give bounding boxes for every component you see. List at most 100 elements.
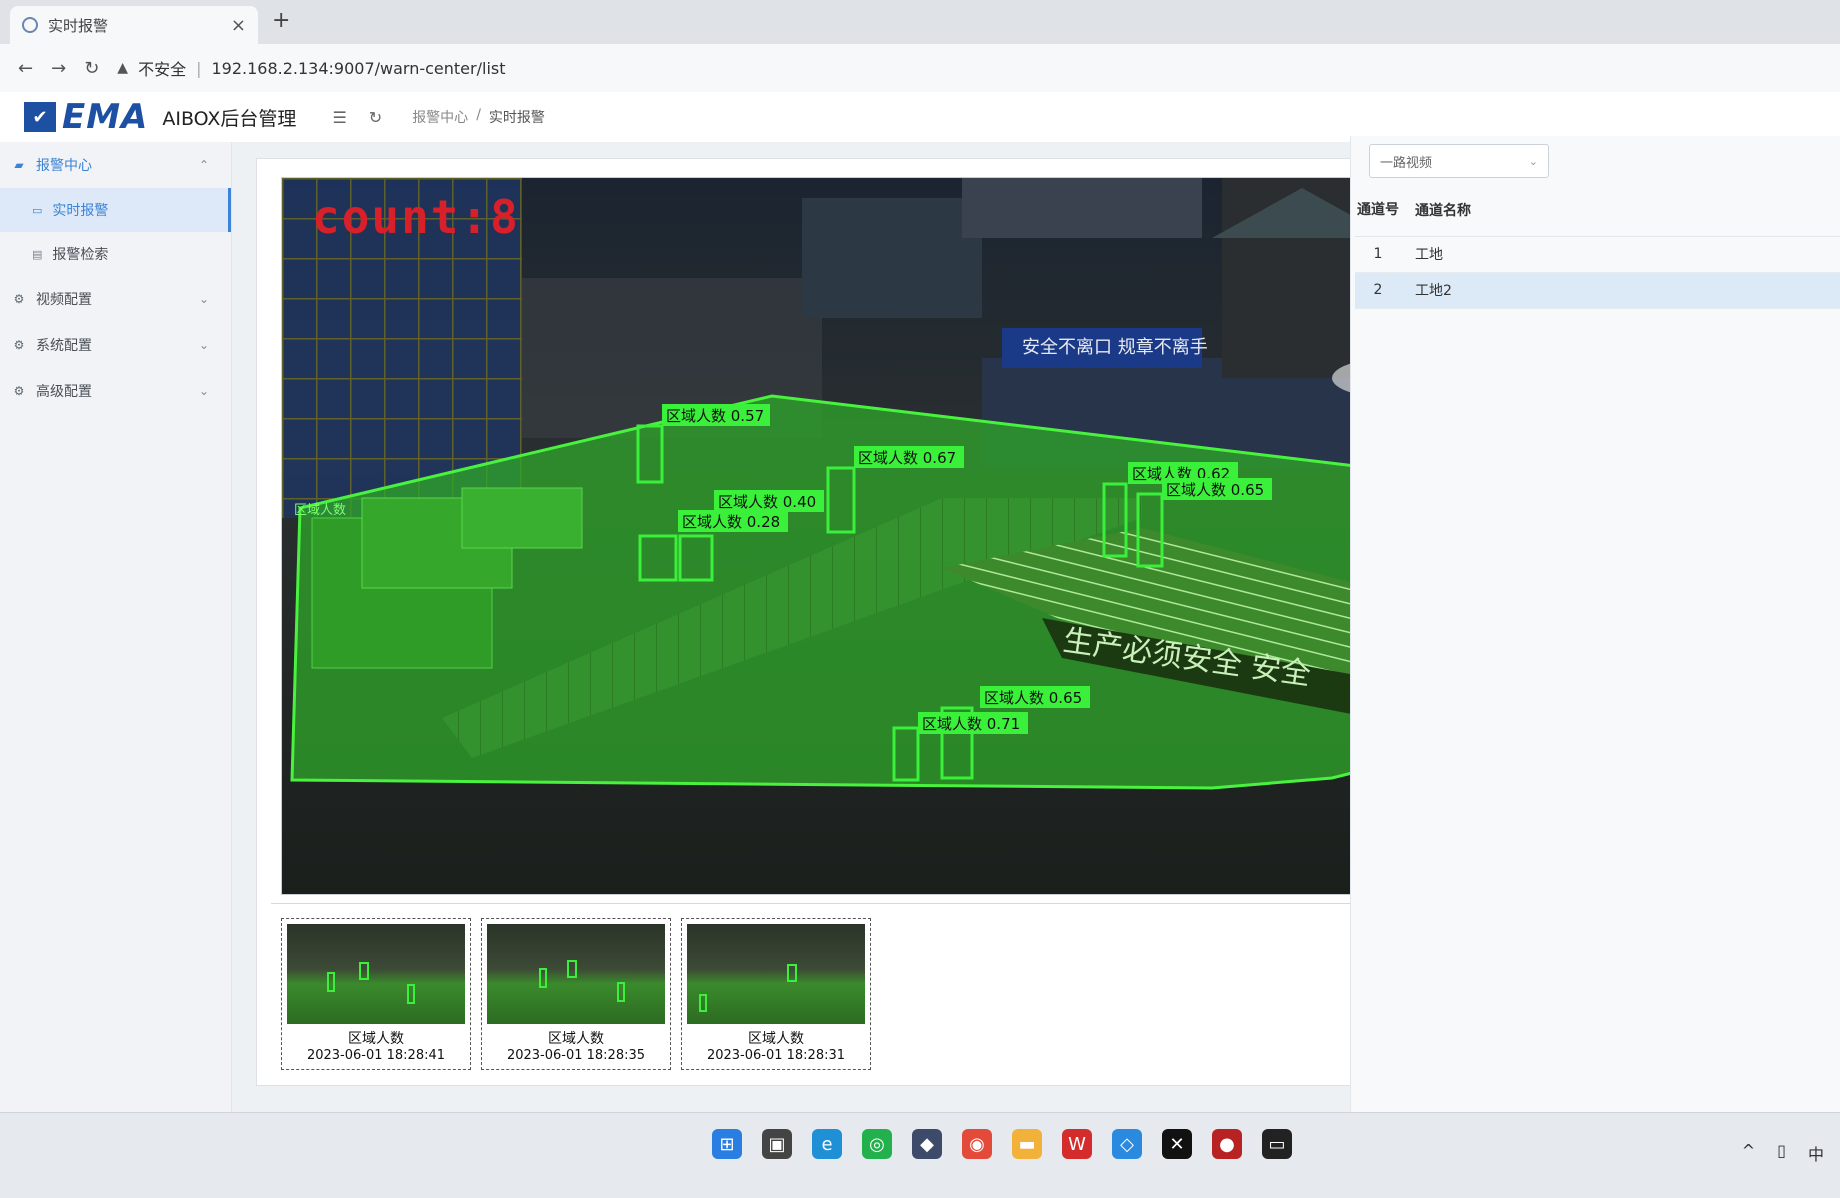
taskbar-apps: ⊞ ▣ e ◎ ◆ ◉ ▬ W ◇ ✕ ● ▭ [712, 1129, 1292, 1159]
sidebar-group-label: 视频配置 [36, 292, 92, 308]
terminal-icon[interactable]: ▭ [1262, 1129, 1292, 1159]
alarm-snapshot[interactable]: 区域人数 2023-06-01 18:28:35 [481, 918, 671, 1070]
media-icon[interactable]: ● [1212, 1129, 1242, 1159]
tab-title: 实时报警 [48, 16, 109, 35]
windows-start-icon[interactable]: ⊞ [712, 1129, 742, 1159]
snapshot-time: 2023-06-01 18:28:41 [306, 1048, 446, 1063]
breadcrumb-item[interactable]: 报警中心 [412, 107, 468, 127]
reload-icon[interactable]: ↻ [84, 58, 99, 79]
alarm-snapshot[interactable]: 区域人数 2023-06-01 18:28:31 [681, 918, 871, 1070]
channel-num: 1 [1355, 236, 1401, 273]
back-icon[interactable]: ← [18, 58, 33, 79]
ime-indicator[interactable]: 中 [1808, 1141, 1824, 1165]
logo: ✔ EMA [24, 97, 148, 137]
table-row[interactable]: 1 工地 [1355, 236, 1840, 273]
url-separator: | [196, 58, 202, 78]
detection-label: 区域人数 0.67 [858, 449, 956, 467]
snapshot-image [487, 924, 665, 1024]
edge-icon[interactable]: e [812, 1129, 842, 1159]
warning-icon: ▲ [117, 60, 129, 76]
sidebar-group-label: 报警中心 [36, 158, 92, 174]
security-label: 不安全 [138, 60, 187, 79]
zone-label: 区域人数 [294, 503, 346, 518]
chevron-up-icon: ⌃ [198, 158, 209, 172]
detection-label: 区域人数 0.65 [1166, 481, 1264, 499]
snapshot-time: 2023-06-01 18:28:35 [506, 1048, 646, 1063]
column-header-name: 通道名称 [1401, 184, 1840, 237]
sidebar-group-video-config[interactable]: ⚙ 视频配置 ⌄ [0, 276, 231, 322]
snapshot-label: 区域人数 [348, 1031, 404, 1047]
column-header-num: 通道号 [1355, 184, 1401, 237]
chrome-icon[interactable]: ◉ [962, 1129, 992, 1159]
app-title: AIBOX后台管理 [162, 107, 297, 130]
alarm-icon: ▰ [14, 158, 24, 172]
snapshot-image [687, 924, 865, 1024]
sidebar-item-realtime-alarm[interactable]: ▭ 实时报警 [0, 188, 231, 232]
tray-expand-icon[interactable]: ^ [1742, 1141, 1755, 1165]
breadcrumb-current: 实时报警 [488, 110, 545, 126]
chevron-down-icon: ⌄ [198, 338, 209, 352]
capcut-icon[interactable]: ✕ [1162, 1129, 1192, 1159]
address-bar: ← → ↻ ▲ 不安全 | 192.168.2.134:9007/warn-ce… [0, 44, 1840, 92]
browser-tab-bar: 实时报警 × + [0, 0, 1840, 44]
video-mode-select[interactable]: 一路视频 ⌄ [1369, 144, 1549, 178]
sidebar-group-alarm-center[interactable]: ▰ 报警中心 ⌃ [0, 142, 231, 188]
channel-name: 工地 [1401, 236, 1840, 273]
snapshot-label: 区域人数 [548, 1031, 604, 1047]
search-list-icon: ▤ [32, 247, 43, 261]
sidebar-group-system-config[interactable]: ⚙ 系统配置 ⌄ [0, 322, 231, 368]
sidebar-item-alarm-search[interactable]: ▤ 报警检索 [0, 232, 231, 276]
detection-label: 区域人数 0.28 [682, 513, 780, 531]
file-explorer-icon[interactable]: ▬ [1012, 1129, 1042, 1159]
breadcrumb-separator: / [476, 107, 481, 123]
channel-table: 通道号 通道名称 1 工地 2 工地2 [1355, 184, 1840, 309]
browser-tab[interactable]: 实时报警 × [10, 6, 258, 44]
logo-text: EMA [62, 97, 149, 137]
sidebar-group-label: 系统配置 [36, 338, 92, 354]
chevron-down-icon: ⌄ [198, 292, 209, 306]
detection-label: 区域人数 0.65 [984, 689, 1082, 707]
logo-mark-icon: ✔ [24, 102, 56, 132]
wps-icon[interactable]: W [1062, 1129, 1092, 1159]
taskbar: ⊞ ▣ e ◎ ◆ ◉ ▬ W ◇ ✕ ● ▭ ^ ▯ 中 [0, 1112, 1840, 1198]
snapshot-time: 2023-06-01 18:28:31 [706, 1048, 846, 1063]
advanced-gear-icon: ⚙ [13, 384, 25, 398]
table-header-row: 通道号 通道名称 [1355, 184, 1840, 237]
sidebar-item-label: 实时报警 [52, 203, 109, 219]
sidebar: ▰ 报警中心 ⌃ ▭ 实时报警 ▤ 报警检索 ⚙ 视频配置 ⌄ ⚙ 系统配置 ⌄… [0, 142, 232, 1112]
snapshot-image [287, 924, 465, 1024]
wechat-icon[interactable]: ◎ [862, 1129, 892, 1159]
video-config-icon: ⚙ [13, 292, 25, 306]
refresh-icon[interactable]: ↻ [369, 108, 382, 127]
menu-toggle-icon[interactable]: ☰ [332, 108, 346, 127]
url-field[interactable]: ▲ 不安全 | 192.168.2.134:9007/warn-center/l… [117, 56, 505, 80]
url-text: 192.168.2.134:9007/warn-center/list [211, 58, 506, 78]
chevron-down-icon: ⌄ [198, 384, 209, 398]
new-tab-button[interactable]: + [272, 8, 290, 33]
table-row[interactable]: 2 工地2 [1355, 272, 1840, 309]
snapshot-label: 区域人数 [748, 1031, 804, 1047]
vpn-icon[interactable]: ◇ [1112, 1129, 1142, 1159]
realtime-icon: ▭ [32, 203, 43, 217]
globe-icon [22, 17, 38, 33]
alarm-snapshot[interactable]: 区域人数 2023-06-01 18:28:41 [281, 918, 471, 1070]
usb-icon[interactable]: ▯ [1777, 1141, 1786, 1165]
person-count: count:8 [312, 190, 520, 244]
breadcrumb: 报警中心 / 实时报警 [412, 107, 545, 127]
tab-close-icon[interactable]: × [231, 15, 246, 36]
task-view-icon[interactable]: ▣ [762, 1129, 792, 1159]
video-mode-value: 一路视频 [1380, 155, 1433, 171]
sidebar-group-advanced-config[interactable]: ⚙ 高级配置 ⌄ [0, 368, 231, 414]
scene-sign: 安全不离口 规章不离手 [1022, 337, 1208, 358]
detection-label: 区域人数 0.71 [922, 715, 1020, 733]
sidebar-group-label: 高级配置 [36, 384, 92, 400]
screen: 实时报警 × + ← → ↻ ▲ 不安全 | 192.168.2.134:900… [0, 0, 1840, 1198]
channel-num: 2 [1355, 272, 1401, 309]
cat-app-icon[interactable]: ◆ [912, 1129, 942, 1159]
channel-name: 工地2 [1401, 272, 1840, 309]
gear-icon: ⚙ [13, 338, 25, 352]
forward-icon[interactable]: → [51, 58, 66, 79]
detection-label: 区域人数 0.57 [666, 407, 764, 425]
channel-panel: 一路视频 ⌄ 通道号 通道名称 1 工地 2 工地2 [1350, 136, 1840, 1112]
system-tray: ^ ▯ 中 [1742, 1141, 1824, 1165]
